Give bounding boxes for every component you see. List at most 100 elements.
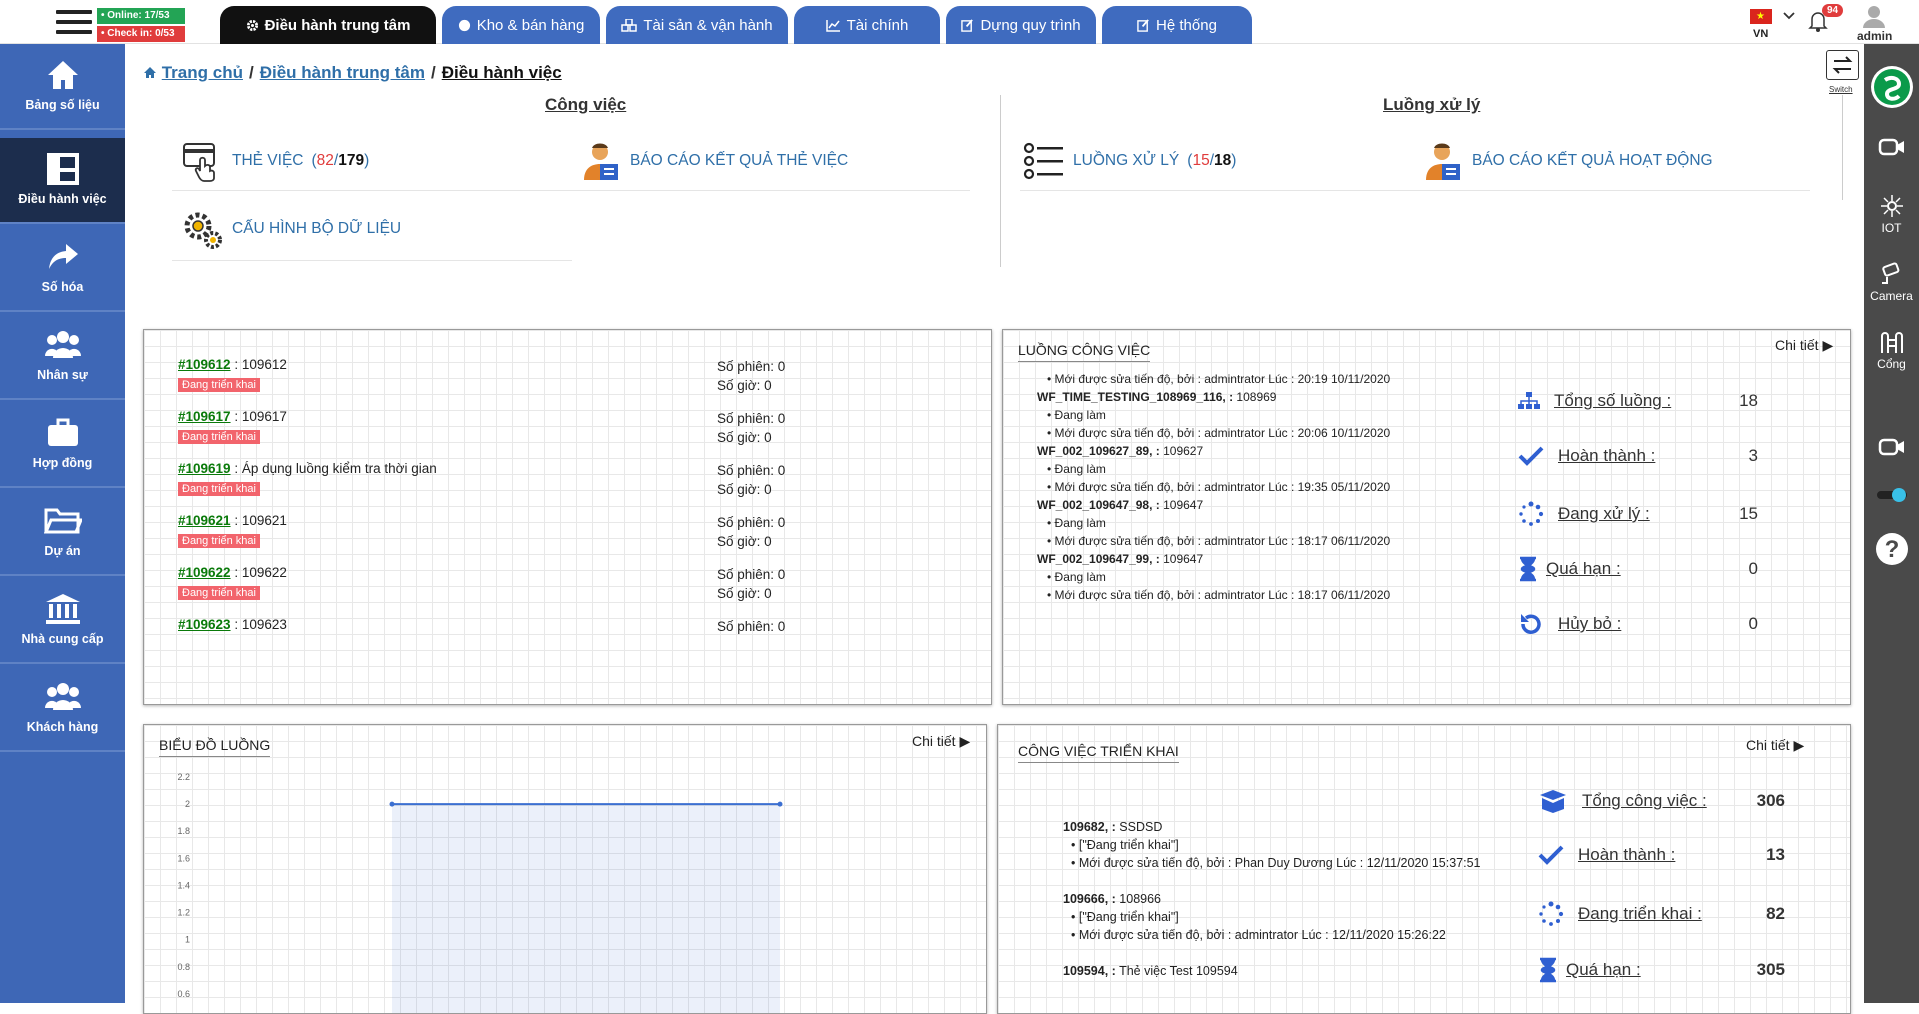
menu-icon[interactable] bbox=[56, 10, 92, 38]
deploy-panel: CÔNG VIỆC TRIỂN KHAI Chi tiết ▶ 109682, … bbox=[997, 724, 1851, 1014]
workflow-list: • Mới được sửa tiến độ, bởi : admintrato… bbox=[1037, 370, 1390, 604]
bank-icon bbox=[45, 594, 80, 624]
task-link[interactable]: #109617 bbox=[178, 409, 231, 424]
data-point[interactable] bbox=[389, 801, 395, 807]
iot-button[interactable]: IOT bbox=[1864, 194, 1919, 235]
data-point[interactable] bbox=[777, 801, 783, 807]
stat-value: 306 bbox=[1756, 791, 1785, 810]
stat-value: 0 bbox=[1748, 614, 1758, 633]
task-meta: Số phiên: 0 Số giờ: 0 bbox=[717, 409, 785, 447]
y-tick-label: 0.8 bbox=[177, 962, 190, 972]
sidebar: Bảng số liệu Điều hành việc Số hóa Nhân … bbox=[0, 44, 125, 1003]
deploy-line: 109682, : SSDSD bbox=[1063, 820, 1163, 834]
top-bar: • Online: 17/53 • Check in: 0/53 Điều hà… bbox=[0, 0, 1919, 44]
sidebar-item-so-hoa[interactable]: Số hóa bbox=[0, 226, 125, 312]
task-link[interactable]: #109622 bbox=[178, 565, 231, 580]
status-badge: Đang triển khai bbox=[178, 586, 260, 600]
bao-cao-hoat-dong-link[interactable]: BÁO CÁO KẾT QUẢ HOẠT ĐỘNG bbox=[1422, 140, 1713, 182]
briefcase-icon bbox=[47, 418, 78, 446]
task-item: #109619 : Áp dụng luồng kiểm tra thời gi… bbox=[178, 461, 437, 496]
workflow-line: • Đang làm bbox=[1047, 408, 1106, 422]
online-status: • Online: 17/53 • Check in: 0/53 bbox=[97, 8, 185, 44]
the-viec-link[interactable]: THẺ VIỆC (82/179) bbox=[182, 140, 369, 182]
task-link[interactable]: #109623 bbox=[178, 617, 231, 632]
y-tick-label: 2.2 bbox=[177, 772, 190, 782]
task-name: 109621 bbox=[241, 513, 287, 528]
gears-icon bbox=[184, 212, 222, 249]
task-meta: Số phiên: 0 Số giờ: 0 bbox=[717, 565, 785, 603]
deploy-list: 109682, : SSDSD • ["Đang triển khai"] • … bbox=[1063, 818, 1481, 980]
gate-label: Cổng bbox=[1877, 357, 1906, 371]
bao-cao-the-viec-link[interactable]: BÁO CÁO KẾT QUẢ THẺ VIỆC bbox=[580, 140, 848, 182]
tab-kho-ban-hang[interactable]: Kho & bán hàng bbox=[442, 6, 600, 44]
toggle-switch[interactable] bbox=[1864, 486, 1919, 507]
task-link[interactable]: #109619 bbox=[178, 461, 231, 476]
tab-tai-san-van-hanh[interactable]: Tài sản & vận hành bbox=[606, 6, 788, 44]
sidebar-item-nha-cung-cap[interactable]: Nhà cung cấp bbox=[0, 578, 125, 664]
task-name: 109612 bbox=[241, 357, 287, 372]
sidebar-item-khach-hang[interactable]: Khách hàng bbox=[0, 666, 125, 752]
luong-xu-ly-total: 18 bbox=[1214, 152, 1232, 169]
help-icon: ? bbox=[1875, 533, 1908, 565]
video-chat-icon bbox=[1878, 438, 1904, 456]
iot-icon bbox=[1880, 195, 1903, 217]
sidebar-item-du-an[interactable]: Dự án bbox=[0, 490, 125, 576]
tab-label: Tài chính bbox=[846, 16, 909, 34]
sidebar-item-bang-so-lieu[interactable]: Bảng số liệu bbox=[0, 44, 125, 130]
edit-icon bbox=[1137, 18, 1149, 32]
task-link[interactable]: #109621 bbox=[178, 513, 231, 528]
tab-tai-chinh[interactable]: Tài chính bbox=[794, 6, 940, 44]
the-viec-count: 82 bbox=[316, 152, 334, 169]
deploy-line: • ["Đang triển khai"] bbox=[1071, 910, 1179, 924]
camera-button[interactable]: Camera bbox=[1864, 262, 1919, 303]
check-icon bbox=[1538, 845, 1564, 865]
sidebar-item-nhan-su[interactable]: Nhân sự bbox=[0, 314, 125, 400]
video-chat-button[interactable] bbox=[1864, 136, 1919, 163]
deploy-line: • Mới được sửa tiến độ, bởi : Phan Duy D… bbox=[1071, 856, 1481, 870]
panel-title: CÔNG VIỆC TRIỂN KHAI bbox=[1018, 743, 1179, 763]
task-hours: Số giờ: 0 bbox=[717, 482, 772, 497]
deploy-line: 109594, : Thẻ việc Test 109594 bbox=[1063, 964, 1238, 978]
tab-dieu-hanh-trung-tam[interactable]: Điều hành trung tâm bbox=[220, 6, 436, 44]
tab-he-thong[interactable]: Hệ thống bbox=[1102, 6, 1252, 44]
task-name: 109623 bbox=[241, 617, 287, 632]
stat-dang-trien-khai: Đang triển khai : 82 bbox=[1538, 901, 1785, 927]
sidebar-item-dieu-hanh-viec[interactable]: Điều hành việc bbox=[0, 138, 125, 224]
video-chat-button[interactable] bbox=[1864, 436, 1919, 463]
stat-label: Hoàn thành : bbox=[1558, 446, 1656, 465]
stat-dang-xu-ly: Đang xử lý : 15 bbox=[1518, 501, 1758, 527]
task-link[interactable]: #109612 bbox=[178, 357, 231, 372]
workflow-line: • Đang làm bbox=[1047, 516, 1106, 530]
sidebar-item-hop-dong[interactable]: Hợp đồng bbox=[0, 402, 125, 488]
company-logo bbox=[1871, 66, 1913, 108]
breadcrumb-home-link[interactable]: Trang chủ bbox=[162, 63, 243, 82]
vietnam-flag-icon[interactable]: ★ bbox=[1750, 9, 1772, 24]
edit-icon bbox=[961, 18, 974, 32]
help-button[interactable]: ? bbox=[1864, 532, 1919, 569]
switch-button[interactable] bbox=[1826, 50, 1859, 80]
workflow-line: WF_002_109647_99, : 109647 bbox=[1037, 552, 1204, 566]
task-meta: Số phiên: 0 Số giờ: 0 bbox=[717, 513, 785, 551]
gate-icon bbox=[1880, 332, 1903, 353]
stat-qua-han: Quá hạn : 305 bbox=[1538, 957, 1785, 983]
gate-button[interactable]: Cổng bbox=[1864, 328, 1919, 371]
deploy-line bbox=[1063, 872, 1481, 890]
sidebar-item-label: Nhân sự bbox=[37, 368, 88, 382]
luong-xu-ly-link[interactable]: LUỒNG XỬ LÝ (15/18) bbox=[1023, 140, 1236, 182]
deploy-line: • Mới được sửa tiến độ, bởi : admintrato… bbox=[1071, 928, 1446, 942]
svg-text:?: ? bbox=[1884, 536, 1899, 563]
y-tick-label: 1.6 bbox=[177, 853, 190, 863]
detail-link[interactable]: Chi tiết ▶ bbox=[1746, 737, 1804, 754]
cau-hinh-link[interactable]: CẤU HÌNH BỘ DỮ LIỆU bbox=[182, 208, 401, 250]
chevron-down-icon[interactable] bbox=[1783, 12, 1795, 20]
breadcrumb-center-link[interactable]: Điều hành trung tâm bbox=[260, 63, 425, 82]
tab-dung-quy-trinh[interactable]: Dựng quy trình bbox=[946, 6, 1096, 44]
avatar[interactable] bbox=[1862, 4, 1886, 28]
y-tick-label: 2 bbox=[185, 799, 190, 809]
detail-link[interactable]: Chi tiết ▶ bbox=[1775, 337, 1833, 354]
stat-label: Quá hạn : bbox=[1566, 960, 1641, 979]
stat-value: 3 bbox=[1748, 446, 1758, 465]
detail-label: Chi tiết bbox=[1746, 737, 1790, 753]
section-divider bbox=[1000, 95, 1001, 267]
status-badge: Đang triển khai bbox=[178, 534, 260, 548]
